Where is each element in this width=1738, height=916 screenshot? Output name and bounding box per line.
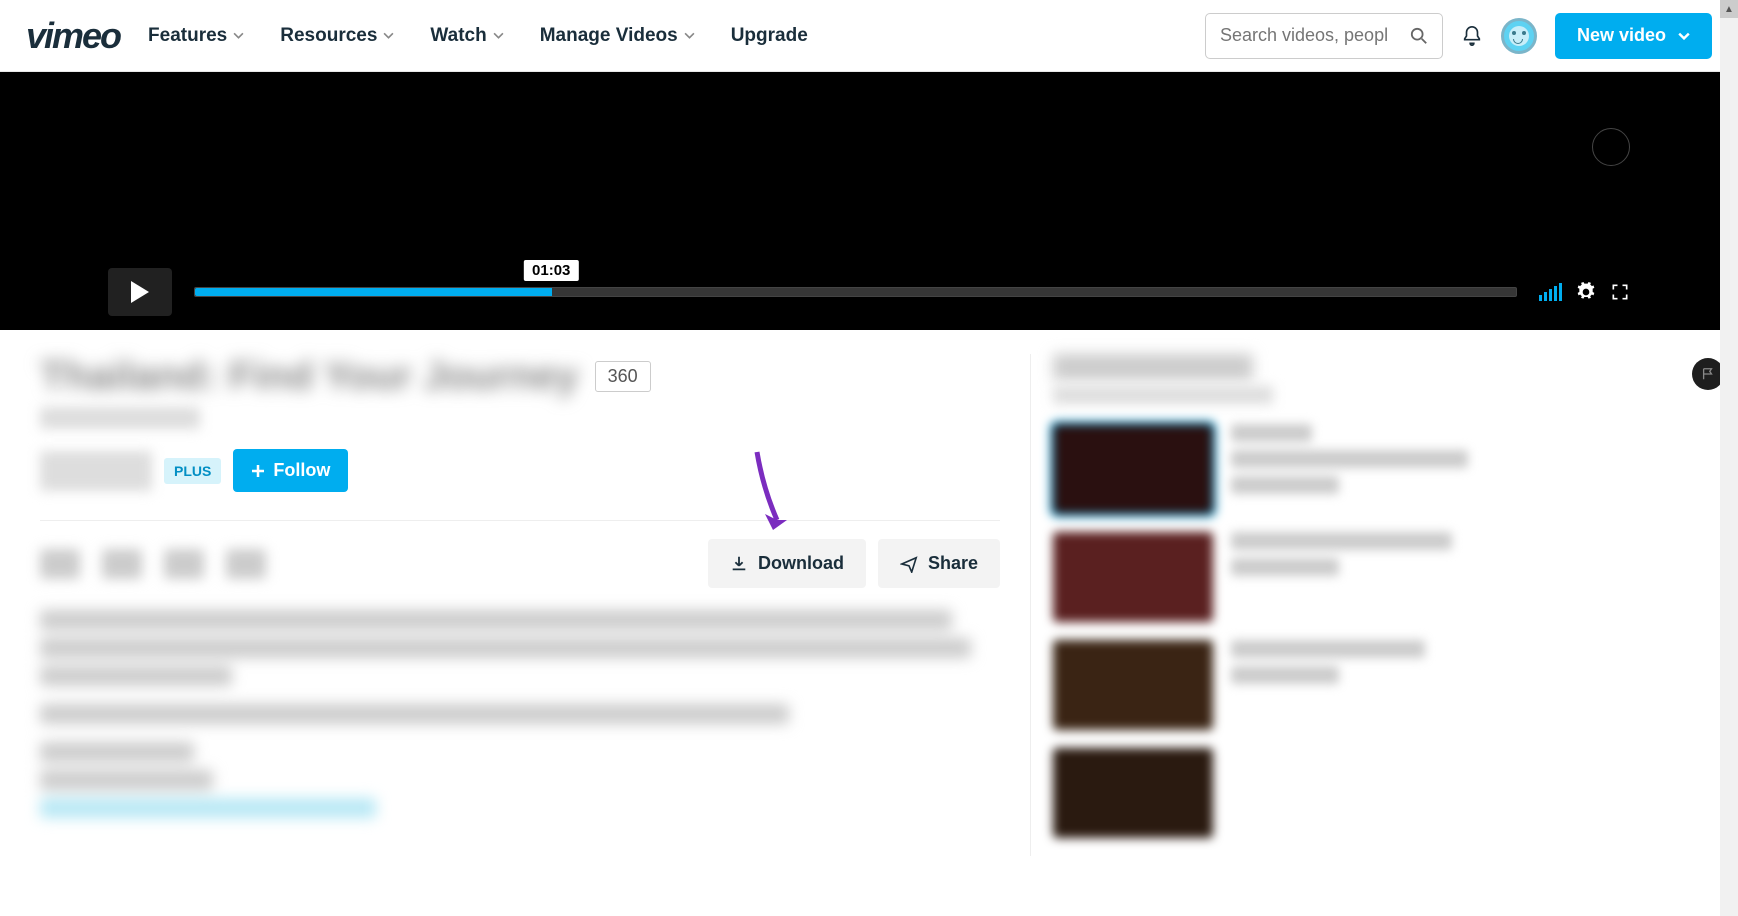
avatar-face-icon	[1509, 26, 1529, 46]
related-video-item[interactable]	[1053, 640, 1500, 730]
follow-label: Follow	[273, 460, 330, 481]
play-button[interactable]	[108, 268, 172, 316]
related-video-item[interactable]	[1053, 424, 1500, 514]
nav-upgrade-label: Upgrade	[731, 25, 808, 47]
search-box[interactable]	[1205, 13, 1443, 59]
nav-watch[interactable]: Watch	[430, 25, 503, 47]
player-controls: 01:03	[108, 268, 1630, 316]
video-meta	[40, 407, 200, 429]
chevron-down-icon	[684, 30, 695, 41]
video-thumbnail[interactable]	[1053, 424, 1213, 514]
content: Thailand: Find Your Journey 360 PLUS Fol…	[0, 330, 1738, 880]
bell-icon[interactable]	[1461, 25, 1483, 47]
badge-360: 360	[595, 361, 651, 392]
author-name[interactable]	[40, 451, 152, 491]
download-label: Download	[758, 553, 844, 574]
chevron-down-icon	[383, 30, 394, 41]
video-thumbnail[interactable]	[1053, 532, 1213, 622]
related-video-text	[1231, 640, 1500, 730]
play-icon	[131, 281, 149, 303]
header-right: New video	[1205, 13, 1712, 59]
nav-resources-label: Resources	[280, 25, 377, 47]
nav-manage-label: Manage Videos	[540, 25, 678, 47]
related-video-text	[1231, 748, 1500, 838]
main-column: Thailand: Find Your Journey 360 PLUS Fol…	[40, 354, 1000, 856]
video-title: Thailand: Find Your Journey	[40, 354, 579, 399]
progress-wrap[interactable]: 01:03	[194, 287, 1517, 297]
nav-upgrade[interactable]: Upgrade	[731, 25, 808, 47]
follow-button[interactable]: Follow	[233, 449, 348, 492]
search-input[interactable]	[1220, 25, 1410, 46]
share-button[interactable]: Share	[878, 539, 1000, 588]
time-tooltip: 01:03	[524, 260, 578, 281]
header: vimeo Features Resources Watch Manage Vi…	[0, 0, 1738, 72]
share-icon	[900, 555, 918, 573]
scrollbar[interactable]: ▲	[1720, 0, 1738, 916]
related-video-text	[1231, 424, 1500, 514]
title-row: Thailand: Find Your Journey 360	[40, 354, 1000, 399]
sidebar	[1030, 354, 1500, 856]
scroll-up-icon[interactable]: ▲	[1720, 0, 1738, 18]
share-label: Share	[928, 553, 978, 574]
sidebar-title	[1053, 354, 1253, 380]
nav-watch-label: Watch	[430, 25, 486, 47]
divider	[40, 520, 1000, 521]
chevron-down-icon	[1678, 32, 1690, 40]
nav-features[interactable]: Features	[148, 25, 244, 47]
video-description	[40, 610, 1000, 818]
chevron-down-icon	[493, 30, 504, 41]
gear-icon[interactable]	[1576, 282, 1596, 302]
video-thumbnail[interactable]	[1053, 748, 1213, 838]
download-icon	[730, 555, 748, 573]
download-button[interactable]: Download	[708, 539, 866, 588]
new-video-label: New video	[1577, 25, 1666, 46]
related-video-item[interactable]	[1053, 748, 1500, 838]
player-overlay-circle	[1592, 128, 1630, 166]
search-icon[interactable]	[1410, 27, 1428, 45]
chevron-down-icon	[233, 30, 244, 41]
video-player[interactable]: 01:03	[0, 72, 1738, 330]
volume-icon[interactable]	[1539, 283, 1562, 301]
nav-resources[interactable]: Resources	[280, 25, 394, 47]
sidebar-subtitle	[1053, 386, 1273, 404]
new-video-button[interactable]: New video	[1555, 13, 1712, 59]
progress-fill	[195, 288, 552, 296]
author-row: PLUS Follow	[40, 449, 1000, 492]
fullscreen-icon[interactable]	[1610, 282, 1630, 302]
reaction-buttons[interactable]	[40, 549, 266, 579]
progress-bar[interactable]	[194, 287, 1517, 297]
nav-manage-videos[interactable]: Manage Videos	[540, 25, 695, 47]
plus-badge: PLUS	[164, 458, 221, 484]
video-thumbnail[interactable]	[1053, 640, 1213, 730]
related-video-item[interactable]	[1053, 532, 1500, 622]
flag-icon	[1701, 367, 1715, 381]
avatar[interactable]	[1501, 18, 1537, 54]
main-nav: Features Resources Watch Manage Videos U…	[148, 25, 1205, 47]
actions-row: Download Share	[40, 539, 1000, 588]
vimeo-logo[interactable]: vimeo	[26, 15, 120, 57]
player-right-icons	[1539, 282, 1630, 302]
plus-icon	[251, 464, 265, 478]
related-video-text	[1231, 532, 1500, 622]
right-actions: Download Share	[708, 539, 1000, 588]
nav-features-label: Features	[148, 25, 227, 47]
